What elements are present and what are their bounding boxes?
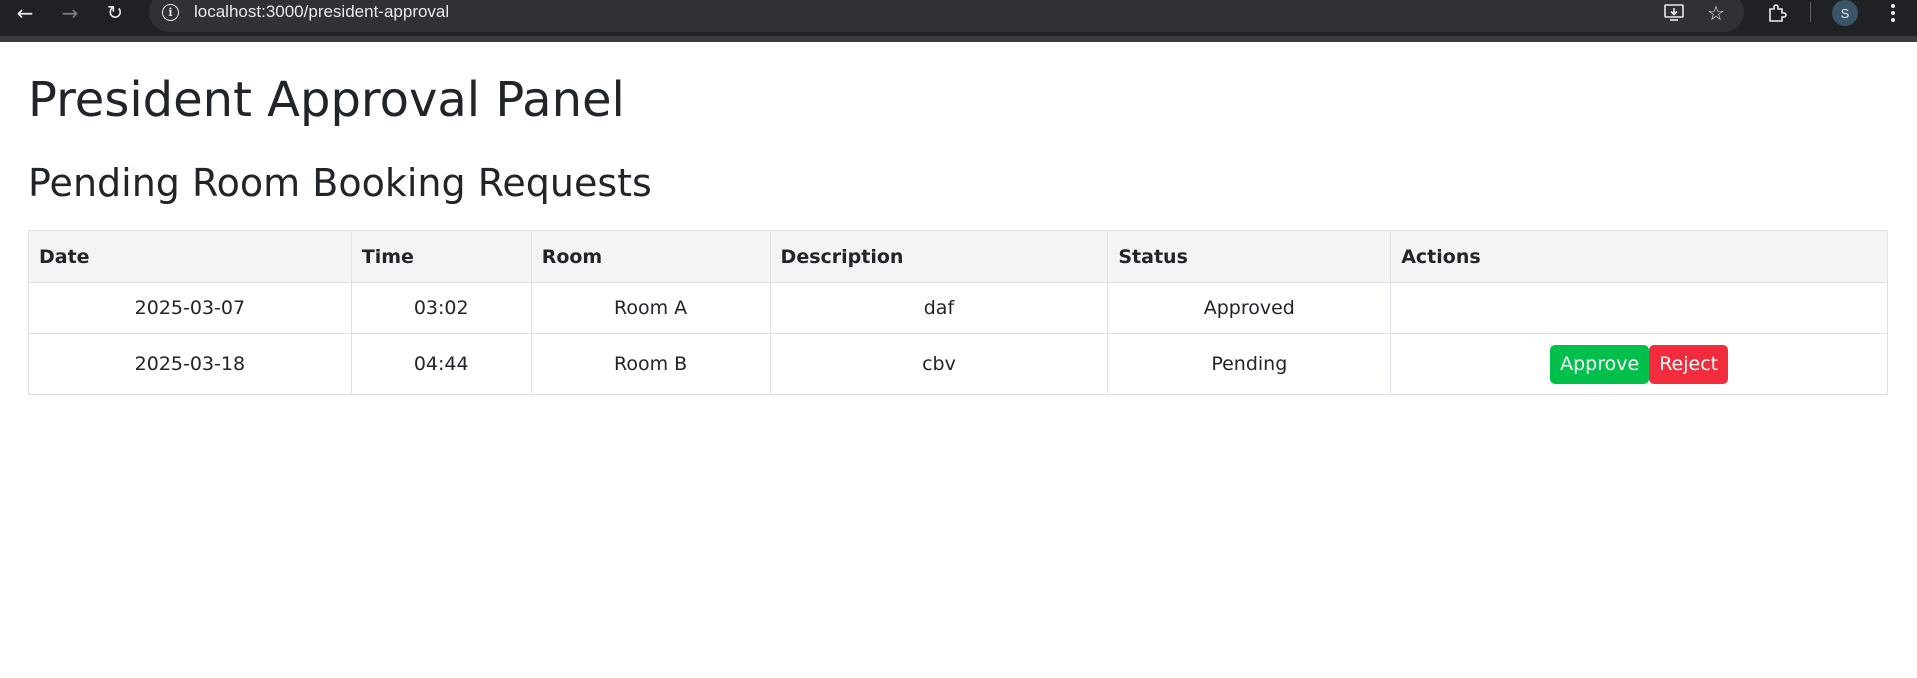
- profile-avatar[interactable]: S: [1832, 0, 1858, 26]
- cell-description: cbv: [769, 333, 1109, 395]
- column-header-description: Description: [769, 230, 1109, 283]
- site-info-icon[interactable]: i: [162, 4, 179, 21]
- toolbar-divider: [1810, 2, 1811, 22]
- back-arrow-icon[interactable]: ←: [8, 0, 42, 26]
- cell-date: 2025-03-07: [28, 282, 352, 334]
- table-row: 2025-03-18 04:44 Room B cbv Pending Appr…: [28, 333, 1888, 395]
- cell-actions-empty: [1390, 282, 1888, 334]
- forward-arrow-icon[interactable]: →: [53, 0, 87, 26]
- kebab-menu-icon[interactable]: [1882, 0, 1904, 26]
- browser-toolbar: ← → ↻ i localhost:3000/president-approva…: [0, 0, 1917, 42]
- status-pending: Pending: [1107, 333, 1392, 395]
- install-app-icon[interactable]: [1659, 0, 1689, 26]
- column-header-date: Date: [28, 230, 352, 283]
- cell-date: 2025-03-18: [28, 333, 352, 395]
- table-row: 2025-03-07 03:02 Room A daf Approved: [28, 282, 1888, 334]
- column-header-time: Time: [350, 230, 532, 283]
- address-bar[interactable]: i localhost:3000/president-approval: [149, 0, 1744, 32]
- reject-button[interactable]: Reject: [1649, 344, 1729, 384]
- booking-requests-table: Date Time Room Description Status Action…: [28, 230, 1888, 395]
- table-header-row: Date Time Room Description Status Action…: [28, 230, 1888, 283]
- column-header-actions: Actions: [1390, 230, 1888, 283]
- page-title: President Approval Panel: [28, 72, 625, 128]
- approve-button[interactable]: Approve: [1550, 344, 1650, 384]
- reload-icon[interactable]: ↻: [98, 0, 132, 26]
- cell-time: 03:02: [350, 282, 532, 334]
- url-text[interactable]: localhost:3000/president-approval: [194, 2, 449, 22]
- column-header-room: Room: [530, 230, 771, 283]
- cell-actions: Approve Reject: [1390, 333, 1888, 395]
- cell-description: daf: [769, 282, 1109, 334]
- column-header-status: Status: [1107, 230, 1392, 283]
- section-title: Pending Room Booking Requests: [28, 161, 652, 205]
- extensions-icon[interactable]: [1762, 0, 1792, 26]
- cell-room: Room B: [530, 333, 771, 395]
- bookmark-star-icon[interactable]: ☆: [1701, 0, 1731, 26]
- status-approved: Approved: [1107, 282, 1392, 334]
- cell-room: Room A: [530, 282, 771, 334]
- cell-time: 04:44: [350, 333, 532, 395]
